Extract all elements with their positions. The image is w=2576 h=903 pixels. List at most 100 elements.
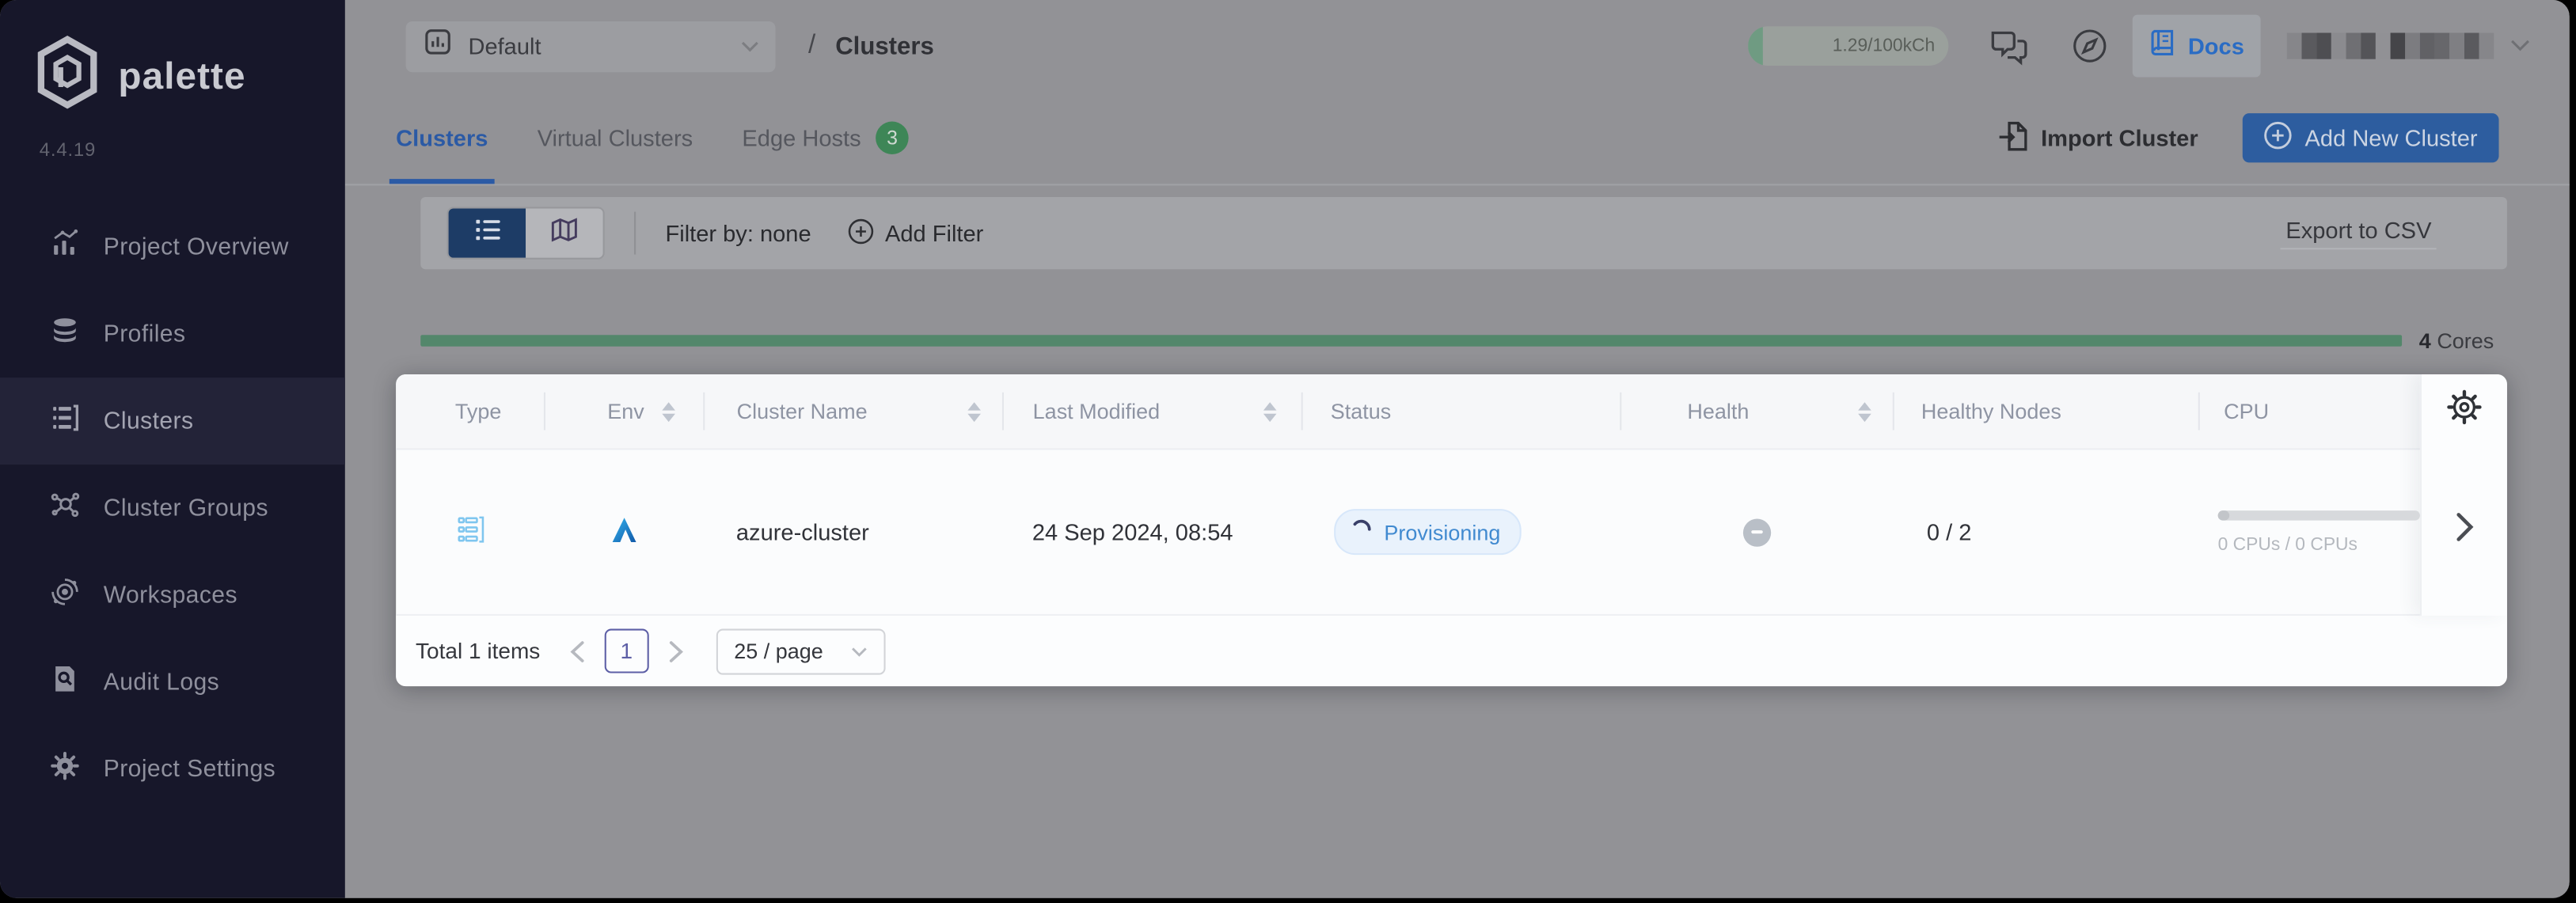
compass-icon[interactable]	[2069, 26, 2109, 66]
column-header-cpu[interactable]: CPU	[2199, 374, 2420, 448]
sidebar-item-cluster-groups[interactable]: Cluster Groups	[0, 465, 345, 552]
filter-by-label: Filter by: none	[665, 220, 811, 246]
health-unknown-icon	[1743, 518, 1771, 546]
column-header-last-modified[interactable]: Last Modified	[1003, 374, 1302, 448]
view-toggle	[446, 207, 604, 259]
import-cluster-button[interactable]: Import Cluster	[1998, 119, 2198, 157]
scroll-right-button[interactable]	[2456, 448, 2474, 612]
sidebar-item-clusters[interactable]: Clusters	[0, 378, 345, 465]
column-settings-button[interactable]	[2446, 374, 2483, 448]
book-icon	[2149, 27, 2176, 65]
screen-scaler: palette 4.4.19 Project Overview Profiles	[0, 0, 2576, 903]
column-label: Type	[455, 399, 501, 423]
sort-icon[interactable]	[1859, 401, 1872, 421]
map-view-button[interactable]	[526, 208, 603, 257]
page-number-1[interactable]: 1	[604, 629, 648, 673]
column-header-type[interactable]: Type	[396, 374, 545, 448]
sidebar-item-profiles[interactable]: Profiles	[0, 290, 345, 378]
sidebar-item-label: Profiles	[104, 321, 186, 347]
table-row[interactable]: azure-cluster 24 Sep 2024, 08:54 Provisi…	[396, 450, 2420, 616]
user-menu[interactable]	[2287, 31, 2530, 60]
sidebar-item-label: Workspaces	[104, 582, 237, 608]
status-label: Provisioning	[1384, 520, 1500, 544]
gear-icon	[49, 749, 80, 789]
column-label: Cluster Name	[737, 399, 868, 423]
list-view-button[interactable]	[449, 208, 526, 257]
usage-meter-text: 1.29/100kCh	[1833, 36, 1935, 56]
version-label: 4.4.19	[0, 118, 345, 161]
page-size-value: 25 / page	[734, 639, 823, 663]
edge-hosts-badge: 3	[876, 122, 909, 154]
chevron-down-icon	[741, 31, 759, 60]
tab-label: Clusters	[396, 125, 488, 151]
tab-label: Edge Hosts	[742, 125, 861, 151]
sort-icon[interactable]	[1263, 401, 1277, 421]
logo: palette	[0, 0, 345, 118]
top-bar: Default / Clusters 1.29/100kCh	[345, 0, 2570, 92]
add-new-cluster-label: Add New Cluster	[2305, 125, 2478, 151]
cell-type	[396, 450, 545, 613]
column-label: Healthy Nodes	[1921, 399, 2061, 423]
column-header-status[interactable]: Status	[1302, 374, 1621, 448]
docs-button[interactable]: Docs	[2132, 15, 2260, 78]
cell-cluster-name[interactable]: azure-cluster	[705, 450, 1002, 613]
capacity-row: 4 Cores	[420, 328, 2494, 353]
cluster-servers-icon	[454, 514, 485, 550]
capacity-label: 4 Cores	[2419, 328, 2494, 353]
cpu-usage-bar	[2218, 510, 2420, 519]
column-label: Status	[1331, 399, 1391, 423]
chat-button[interactable]	[1988, 25, 2031, 66]
add-new-cluster-button[interactable]: Add New Cluster	[2243, 113, 2499, 162]
sort-icon[interactable]	[663, 401, 676, 421]
column-label: Env	[607, 399, 644, 423]
plus-circle-icon	[847, 218, 873, 249]
chevron-right-icon	[2456, 511, 2474, 549]
tab-clusters[interactable]: Clusters	[396, 92, 488, 184]
page-size-select[interactable]: 25 / page	[716, 628, 885, 673]
usage-meter[interactable]: 1.29/100kCh	[1748, 26, 1948, 66]
usage-meter-fill	[1748, 26, 1763, 66]
add-filter-button[interactable]: Add Filter	[847, 218, 983, 249]
breadcrumb-current: Clusters	[835, 32, 934, 59]
tab-edge-hosts[interactable]: Edge Hosts 3	[742, 92, 908, 184]
sidebar-item-project-settings[interactable]: Project Settings	[0, 726, 345, 813]
app-window: palette 4.4.19 Project Overview Profiles	[0, 0, 2570, 898]
cpu-usage-text: 0 CPUs / 0 CPUs	[2218, 534, 2358, 554]
project-selector[interactable]: Default	[406, 21, 776, 71]
main-area: Default / Clusters 1.29/100kCh	[345, 0, 2570, 898]
status-badge: Provisioning	[1335, 509, 1522, 555]
sidebar-item-project-overview[interactable]: Project Overview	[0, 203, 345, 290]
previous-page-button[interactable]	[570, 639, 585, 662]
column-header-env[interactable]: Env	[545, 374, 705, 448]
column-header-health[interactable]: Health	[1621, 374, 1894, 448]
bar-chart-icon	[49, 227, 80, 267]
column-label: CPU	[2224, 399, 2269, 423]
sidebar-item-label: Project Overview	[104, 234, 289, 260]
cell-cpu: 0 CPUs / 0 CPUs	[2198, 450, 2420, 613]
sort-icon[interactable]	[967, 401, 981, 421]
cell-status: Provisioning	[1302, 450, 1621, 613]
servers-icon	[49, 401, 80, 441]
chevron-down-icon	[851, 639, 868, 663]
sidebar-item-label: Clusters	[104, 408, 194, 434]
column-label: Last Modified	[1033, 399, 1160, 423]
logo-text: palette	[118, 54, 245, 98]
pagination-total: Total 1 items	[416, 639, 540, 663]
export-to-csv-button[interactable]: Export to CSV	[2281, 217, 2437, 249]
chevron-down-icon	[2510, 31, 2530, 60]
list-toolbar: Filter by: none Add Filter Export to CSV	[420, 197, 2507, 269]
clusters-table-card: Type Env Cluster Name Last Modified Stat…	[396, 374, 2507, 686]
sidebar-nav: Project Overview Profiles Clusters Clust…	[0, 203, 345, 813]
project-selector-value: Default	[468, 32, 541, 59]
sidebar-item-workspaces[interactable]: Workspaces	[0, 552, 345, 639]
column-header-healthy-nodes[interactable]: Healthy Nodes	[1895, 374, 2199, 448]
redacted-username	[2287, 32, 2494, 59]
layers-icon	[49, 314, 80, 354]
cell-healthy-nodes: 0 / 2	[1894, 450, 2198, 613]
sidebar-item-audit-logs[interactable]: Audit Logs	[0, 639, 345, 726]
next-page-button[interactable]	[668, 639, 683, 662]
sidebar-item-label: Cluster Groups	[104, 495, 268, 521]
cell-health	[1621, 450, 1894, 613]
tab-virtual-clusters[interactable]: Virtual Clusters	[538, 92, 693, 184]
column-header-cluster-name[interactable]: Cluster Name	[705, 374, 1003, 448]
